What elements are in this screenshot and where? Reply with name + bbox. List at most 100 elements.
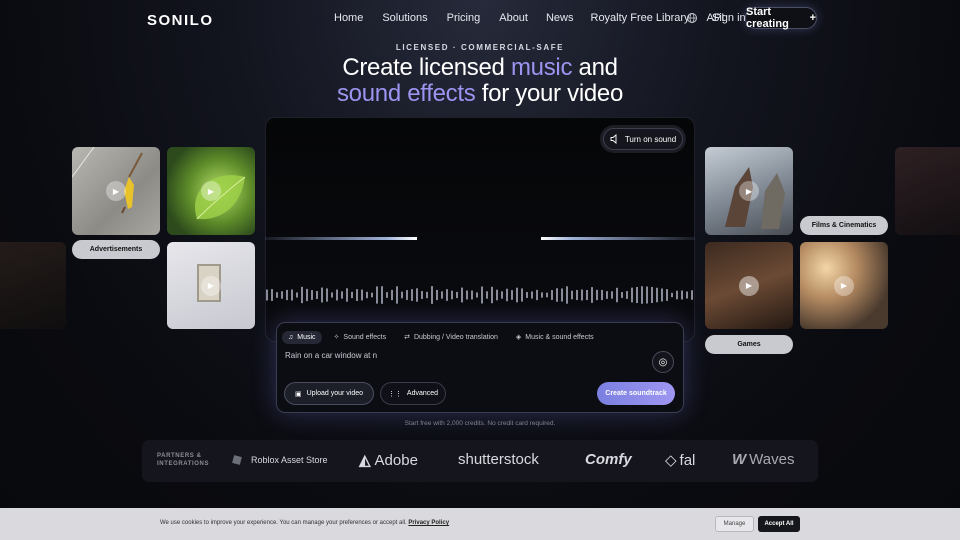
light-beam-left bbox=[265, 237, 417, 240]
advanced-button[interactable]: ⋮⋮ Advanced bbox=[380, 382, 446, 405]
partners-label: PARTNERS & INTEGRATIONS bbox=[157, 452, 209, 468]
tile-partial-left[interactable] bbox=[0, 242, 66, 329]
tile-leaf[interactable]: ▶ bbox=[167, 147, 255, 235]
waveform-bar bbox=[321, 287, 323, 303]
tab-label: Dubbing / Video translation bbox=[413, 333, 498, 341]
waveform-bar bbox=[351, 291, 353, 299]
nav-royalty-free-library[interactable]: Royalty Free Library bbox=[591, 12, 690, 24]
tab-sound-effects[interactable]: ✧ Sound effects bbox=[328, 330, 393, 344]
speaker-icon bbox=[610, 134, 617, 144]
partner-name: Waves bbox=[749, 451, 795, 468]
play-icon[interactable]: ▶ bbox=[834, 275, 854, 296]
partner-adobe: ◭ Adobe bbox=[359, 451, 418, 470]
tab-dubbing[interactable]: ⇄ Dubbing / Video translation bbox=[398, 330, 504, 344]
partner-comfy: Comfy bbox=[585, 451, 632, 468]
nav-solutions[interactable]: Solutions bbox=[382, 12, 427, 24]
waveform-bar bbox=[356, 289, 358, 301]
waveform-bar bbox=[386, 292, 388, 298]
tile-fight-scene[interactable]: ▶ bbox=[705, 147, 793, 235]
globe-icon[interactable] bbox=[686, 12, 698, 24]
demo-video-player[interactable] bbox=[265, 117, 695, 342]
tab-music[interactable]: ♫ Music bbox=[282, 330, 322, 344]
upload-video-label: Upload your video bbox=[306, 390, 364, 397]
waveform-bar bbox=[631, 287, 633, 303]
tab-music-and-sfx[interactable]: ◈ Music & sound effects bbox=[510, 330, 600, 344]
waveform-bar bbox=[481, 286, 483, 304]
play-icon[interactable]: ▶ bbox=[201, 275, 221, 296]
play-icon[interactable]: ▶ bbox=[739, 275, 759, 296]
headline-text: for your video bbox=[475, 80, 624, 107]
accept-all-button[interactable]: Accept All bbox=[758, 516, 800, 532]
tile-sunset-house[interactable]: ▶ bbox=[800, 242, 888, 329]
brand-logo[interactable]: SONILO bbox=[147, 12, 214, 29]
waveform-bar bbox=[341, 291, 343, 299]
waveform-bar bbox=[366, 291, 368, 299]
nav-pricing[interactable]: Pricing bbox=[447, 12, 481, 24]
waveform-bar bbox=[601, 289, 603, 301]
waveform-bar bbox=[326, 288, 328, 302]
turn-on-sound-label: Turn on sound bbox=[624, 134, 677, 144]
waveform-bar bbox=[346, 288, 348, 302]
waveform-bar bbox=[476, 292, 478, 298]
waveform-bar bbox=[661, 288, 663, 302]
waveform-bar bbox=[671, 292, 673, 298]
category-label-games[interactable]: Games bbox=[705, 335, 793, 354]
waveform-bar bbox=[336, 289, 338, 301]
sign-in-link[interactable]: Sign in bbox=[712, 12, 746, 24]
adobe-icon: ◭ bbox=[359, 452, 371, 469]
waveform-bar bbox=[316, 291, 318, 299]
waveform-bar bbox=[381, 286, 383, 304]
play-icon[interactable]: ▶ bbox=[739, 181, 759, 201]
waveform-bar bbox=[506, 288, 508, 302]
upload-video-button[interactable]: ▣ Upload your video bbox=[284, 382, 374, 405]
music-note-icon: ♫ bbox=[288, 333, 294, 341]
tab-label: Music bbox=[297, 333, 316, 341]
tile-game-interior[interactable]: ▶ bbox=[705, 242, 793, 329]
hero-eyebrow: LICENSED · COMMERCIAL-SAFE bbox=[395, 43, 565, 52]
waveform-bar bbox=[646, 286, 648, 304]
prompt-input[interactable]: Rain on a car window at n bbox=[285, 351, 377, 360]
manage-cookies-button[interactable]: Manage bbox=[715, 516, 754, 532]
waveform-bar bbox=[456, 291, 458, 299]
category-label-films[interactable]: Films & Cinematics bbox=[800, 216, 888, 235]
waveform-bar bbox=[666, 289, 668, 301]
roblox-icon bbox=[232, 455, 242, 465]
waveform-bar bbox=[641, 286, 643, 304]
waveform-bar bbox=[566, 286, 568, 304]
create-soundtrack-button[interactable]: Create soundtrack bbox=[597, 382, 675, 405]
turn-on-sound-button[interactable]: Turn on sound bbox=[603, 128, 683, 150]
waveform-bar bbox=[656, 287, 658, 303]
tile-window[interactable]: ▶ bbox=[167, 242, 255, 329]
start-creating-button[interactable]: Start creating + bbox=[745, 6, 817, 30]
nav-home[interactable]: Home bbox=[334, 12, 363, 24]
waveform-bar bbox=[526, 292, 528, 298]
waveform-bar bbox=[616, 287, 618, 303]
partner-name: Roblox Asset Store bbox=[251, 455, 328, 465]
camera-upload-button[interactable]: ◎ bbox=[652, 351, 674, 373]
grid-dots-icon: ⋮⋮ bbox=[387, 390, 402, 398]
tile-advertisement-dancer[interactable]: ▶ bbox=[72, 147, 160, 235]
mode-tabs: ♫ Music ✧ Sound effects ⇄ Dubbing / Vide… bbox=[282, 330, 600, 344]
waveform-bar bbox=[511, 290, 513, 300]
waveform-bar bbox=[531, 291, 533, 299]
waveform-bar bbox=[286, 289, 288, 301]
tile-partial-right[interactable] bbox=[895, 147, 960, 235]
audio-waveform bbox=[266, 286, 693, 304]
waveform-bar bbox=[391, 289, 393, 301]
waveform-bar bbox=[311, 290, 313, 300]
nav-news[interactable]: News bbox=[546, 12, 574, 24]
waveform-bar bbox=[281, 291, 283, 299]
main-nav: Home Solutions Pricing About News Royalt… bbox=[334, 12, 724, 24]
waveform-bar bbox=[516, 287, 518, 303]
waveform-bar bbox=[501, 291, 503, 299]
category-label-advertisements[interactable]: Advertisements bbox=[72, 240, 160, 259]
play-icon[interactable]: ▶ bbox=[106, 181, 126, 201]
privacy-policy-link[interactable]: Privacy Policy bbox=[408, 520, 449, 526]
waveform-bar bbox=[686, 291, 688, 299]
waveform-bar bbox=[621, 292, 623, 298]
waveform-bar bbox=[436, 289, 438, 301]
nav-about[interactable]: About bbox=[499, 12, 528, 24]
partner-shutterstock: shutterstock bbox=[458, 451, 539, 468]
waveform-bar bbox=[536, 289, 538, 301]
play-icon[interactable]: ▶ bbox=[201, 181, 221, 201]
